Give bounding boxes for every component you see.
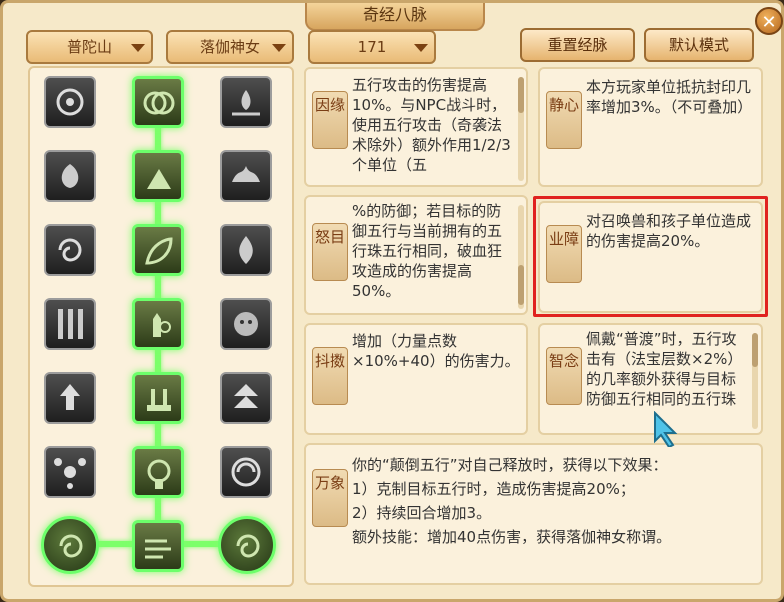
selected-card-highlight [533, 196, 768, 317]
window-title: 奇经八脉 [305, 3, 485, 31]
wind-node-center-icon [145, 539, 171, 559]
leaf-icon [145, 237, 173, 265]
bodhisattva-icon [147, 459, 171, 489]
tile-lion[interactable] [220, 298, 272, 350]
vortex-icon [231, 457, 261, 487]
water-lotus-icon [232, 90, 260, 116]
tile-lotus-bud[interactable] [44, 150, 96, 202]
level-dropdown[interactable]: 171 [308, 30, 436, 64]
tile-leaf[interactable] [132, 224, 184, 276]
school-dropdown[interactable]: 普陀山 [26, 30, 153, 64]
scrollbar[interactable] [518, 77, 524, 181]
flame-icon [239, 236, 253, 264]
tile-molecule[interactable] [44, 446, 96, 498]
card-label: 智念 [546, 347, 582, 405]
chevron-down-icon [272, 44, 286, 52]
card-label: 因缘 [312, 91, 348, 149]
card-numu: 怒目 %的防御；若目标的防御五行与当前拥有的五行珠五行相同，破血狂攻造成的伤害提… [304, 195, 528, 315]
chevron-down-icon [131, 44, 145, 52]
arrow-up-icon [60, 384, 80, 410]
card-text: %的防御；若目标的防御五行与当前拥有的五行珠五行相同，破血狂攻造成的伤害提高50… [352, 202, 503, 300]
scrollbar[interactable] [752, 333, 758, 429]
bamboo-icon [58, 309, 83, 339]
tile-bamboo[interactable] [44, 298, 96, 350]
school-dropdown-label: 普陀山 [66, 38, 112, 56]
cursor-icon [654, 411, 678, 447]
node-spiral-left[interactable] [41, 516, 99, 574]
tile-temple[interactable] [132, 372, 184, 424]
faction-dropdown[interactable]: 落伽神女 [166, 30, 294, 64]
tile-pouring[interactable] [132, 150, 184, 202]
tile-blooming-lotus[interactable] [220, 150, 272, 202]
card-dousou: 抖擞 增加（力量点数×10%+40）的伤害力。 [304, 323, 528, 435]
lion-icon [234, 312, 258, 336]
card-text: 五行攻击的伤害提高10%。与NPC战斗时，使用五行攻击（奇袭法术除外）额外作用1… [352, 76, 511, 174]
card-yinyuan: 因缘 五行攻击的伤害提高10%。与NPC战斗时，使用五行攻击（奇袭法术除外）额外… [304, 67, 528, 187]
chevron-down-icon [414, 44, 428, 52]
card-jingxin: 静心 本方玩家单位抵抗封印几率增加3%。（不可叠加） [538, 67, 763, 187]
card-wanxiang: 万象 你的“颠倒五行”对自己释放时，获得以下效果： 1）克制目标五行时，造成伤害… [304, 443, 763, 585]
tile-water-lotus[interactable] [220, 76, 272, 128]
card-line: 你的“颠倒五行”对自己释放时，获得以下效果： [352, 456, 668, 474]
spiral-node-left-icon [59, 534, 83, 558]
tile-flame[interactable] [220, 224, 272, 276]
card-line: 1）克制目标五行时，造成伤害提高20%； [352, 480, 635, 498]
pouring-icon [147, 169, 171, 189]
blooming-lotus-icon [232, 166, 260, 182]
scrollbar[interactable] [518, 205, 524, 309]
hand-sign-icon [153, 313, 171, 337]
node-spiral-right[interactable] [218, 516, 276, 574]
tile-double-arrow[interactable] [220, 372, 272, 424]
card-label: 怒目 [312, 223, 348, 281]
tile-hand-sign[interactable] [132, 298, 184, 350]
swirl-icon [58, 238, 82, 262]
spiral-node-right-icon [236, 534, 260, 558]
faction-dropdown-label: 落伽神女 [199, 38, 260, 56]
card-text: 本方玩家单位抵抗封印几率增加3%。（不可叠加） [586, 78, 753, 116]
meridian-tree-panel [28, 66, 294, 587]
tile-lotus[interactable] [44, 76, 96, 128]
card-line: 额外技能：增加40点伤害，获得落伽神女称谓。 [352, 528, 672, 546]
tile-swirl[interactable] [44, 224, 96, 276]
card-label: 万象 [312, 469, 348, 527]
molecule-icon [54, 458, 86, 489]
level-dropdown-label: 171 [357, 38, 387, 56]
card-label: 静心 [546, 91, 582, 149]
card-line: 2）持续回合增加3。 [352, 504, 492, 522]
rings-icon [143, 91, 175, 115]
tile-rings[interactable] [132, 76, 184, 128]
tile-arrow-up[interactable] [44, 372, 96, 424]
tile-bodhisattva[interactable] [132, 446, 184, 498]
node-wind-center[interactable] [132, 520, 184, 572]
card-text: 增加（力量点数×10%+40）的伤害力。 [352, 332, 520, 370]
tile-vortex[interactable] [220, 446, 272, 498]
meridian-window: 奇经八脉 ✕ 普陀山 落伽神女 171 重置经脉 默认模式 因缘 五行攻击的伤害… [0, 0, 784, 602]
card-label: 抖擞 [312, 347, 348, 405]
close-icon[interactable]: ✕ [755, 7, 783, 35]
double-arrow-icon [234, 384, 258, 408]
default-mode-button[interactable]: 默认模式 [644, 28, 754, 62]
lotus-icon [56, 88, 84, 116]
lotus-bud-icon [61, 164, 79, 188]
card-text: 你的“颠倒五行”对自己释放时，获得以下效果： 1）克制目标五行时，造成伤害提高2… [352, 453, 752, 579]
temple-icon [147, 389, 171, 411]
reset-meridian-button[interactable]: 重置经脉 [520, 28, 635, 62]
